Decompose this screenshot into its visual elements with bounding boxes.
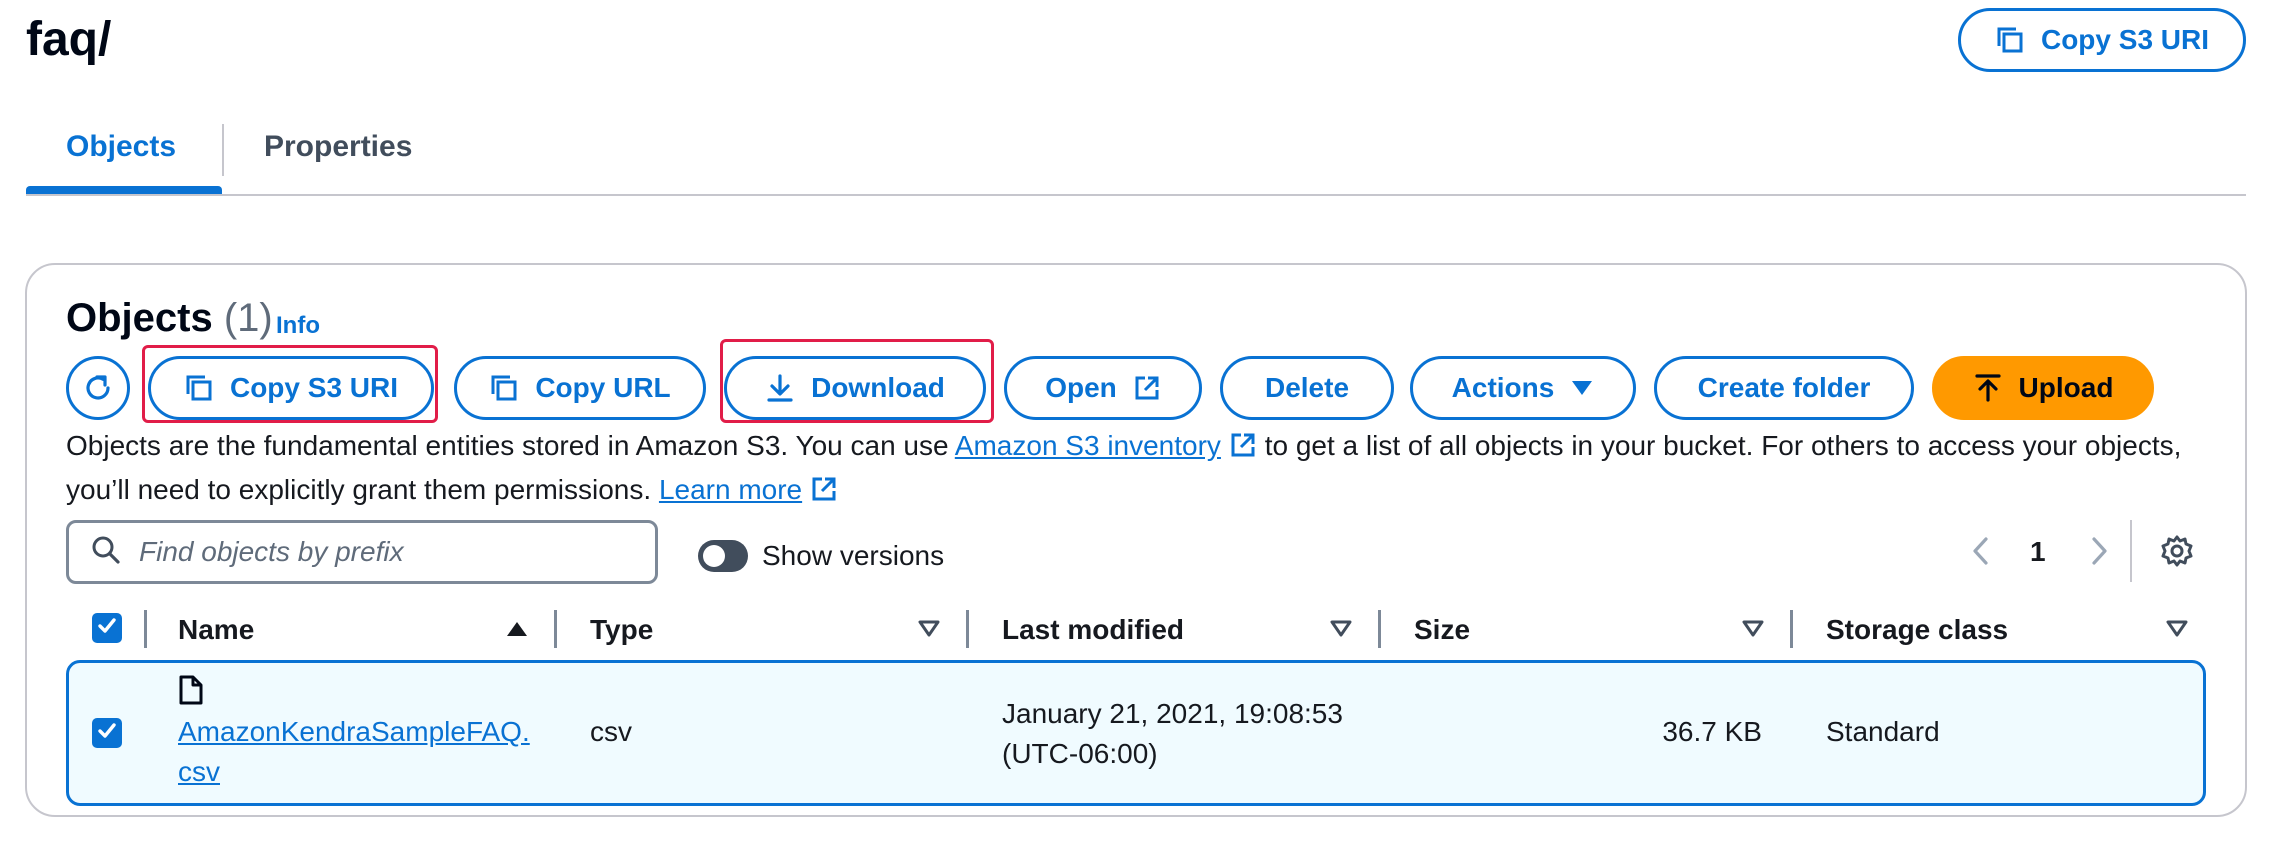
caret-down-icon <box>1570 379 1594 397</box>
external-link-icon <box>810 474 838 514</box>
object-size: 36.7 KB <box>1662 716 1762 747</box>
page-number[interactable]: 1 <box>2030 536 2046 568</box>
header-copy-s3-uri-button[interactable]: Copy S3 URI <box>1958 8 2246 72</box>
object-last-modified: January 21, 2021, 19:08:53 (UTC-06:00) <box>1002 694 1343 774</box>
row-checkbox[interactable] <box>92 718 122 748</box>
check-icon <box>96 720 118 747</box>
column-header-name[interactable]: Name <box>178 614 254 646</box>
header-copy-s3-uri-label: Copy S3 URI <box>2040 24 2210 55</box>
column-divider <box>1790 610 1793 648</box>
copy-icon <box>489 373 519 403</box>
column-header-last-modified[interactable]: Last modified <box>1002 614 1184 646</box>
tabs-border <box>26 194 2246 196</box>
column-divider <box>554 610 557 648</box>
delete-button[interactable]: Delete <box>1220 356 1394 420</box>
copy-icon <box>1995 25 2025 55</box>
show-versions-toggle[interactable] <box>698 540 748 572</box>
learn-more-link[interactable]: Learn more <box>659 474 802 505</box>
object-name-line2[interactable]: csv <box>178 752 220 792</box>
sort-ascending-icon[interactable] <box>506 620 528 643</box>
chevron-left-icon[interactable] <box>1968 534 1996 573</box>
column-divider <box>144 610 147 648</box>
objects-count: (1) <box>223 296 273 340</box>
pager-divider <box>2130 520 2132 582</box>
copy-url-label: Copy URL <box>535 372 671 403</box>
upload-button[interactable]: Upload <box>1932 356 2154 420</box>
description-text-1: Objects are the fundamental entities sto… <box>66 430 955 461</box>
tab-properties[interactable]: Properties <box>264 130 412 164</box>
create-folder-label: Create folder <box>1697 372 1871 403</box>
refresh-button[interactable] <box>66 356 130 420</box>
show-versions-label: Show versions <box>762 540 945 571</box>
actions-label: Actions <box>1451 372 1555 403</box>
open-label: Open <box>1045 372 1117 403</box>
open-button[interactable]: Open <box>1004 356 1202 420</box>
file-icon <box>178 674 204 711</box>
gear-icon[interactable] <box>2160 534 2194 573</box>
create-folder-button[interactable]: Create folder <box>1654 356 1914 420</box>
page-title: faq/ <box>26 13 112 66</box>
search-icon <box>91 535 121 570</box>
column-header-type[interactable]: Type <box>590 614 653 646</box>
upload-icon <box>1973 373 2003 403</box>
sort-descending-icon[interactable] <box>2166 620 2188 643</box>
actions-dropdown-button[interactable]: Actions <box>1410 356 1636 420</box>
upload-label: Upload <box>2018 372 2114 403</box>
tab-objects[interactable]: Objects <box>66 130 176 164</box>
last-modified-line1: January 21, 2021, 19:08:53 <box>1002 698 1343 729</box>
sort-descending-icon[interactable] <box>918 620 940 643</box>
search-box[interactable] <box>66 520 658 584</box>
toggle-knob <box>703 545 725 567</box>
column-header-storage-class[interactable]: Storage class <box>1826 614 2008 646</box>
column-header-size[interactable]: Size <box>1414 614 1470 646</box>
external-link-icon <box>1229 430 1257 470</box>
delete-label: Delete <box>1264 372 1350 403</box>
column-divider <box>966 610 969 648</box>
download-button[interactable]: Download <box>724 356 986 420</box>
copy-s3-uri-label: Copy S3 URI <box>229 372 399 403</box>
copy-url-button[interactable]: Copy URL <box>454 356 706 420</box>
search-input[interactable] <box>139 536 619 568</box>
objects-heading-text: Objects <box>66 296 213 340</box>
chevron-right-icon[interactable] <box>2084 534 2112 573</box>
check-icon <box>96 615 118 642</box>
object-name-link[interactable]: AmazonKendraSampleFAQ. csv <box>178 712 530 792</box>
column-divider <box>1378 610 1381 648</box>
last-modified-line2: (UTC-06:00) <box>1002 738 1158 769</box>
sort-descending-icon[interactable] <box>1742 620 1764 643</box>
objects-description: Objects are the fundamental entities sto… <box>66 426 2186 514</box>
object-type: csv <box>590 716 632 747</box>
sort-descending-icon[interactable] <box>1330 620 1352 643</box>
object-storage-class: Standard <box>1826 716 1940 747</box>
active-tab-indicator <box>26 186 222 194</box>
select-all-checkbox[interactable] <box>92 613 122 643</box>
info-link[interactable]: Info <box>276 312 320 340</box>
download-label: Download <box>811 372 945 403</box>
external-link-icon <box>1133 374 1161 402</box>
download-icon <box>765 373 795 403</box>
amazon-s3-inventory-link[interactable]: Amazon S3 inventory <box>955 430 1221 461</box>
refresh-icon <box>81 371 115 405</box>
object-name-line1[interactable]: AmazonKendraSampleFAQ. <box>178 712 530 752</box>
copy-icon <box>184 373 214 403</box>
tab-divider <box>222 124 224 176</box>
copy-s3-uri-button[interactable]: Copy S3 URI <box>148 356 434 420</box>
objects-heading: Objects (1) <box>66 296 273 341</box>
